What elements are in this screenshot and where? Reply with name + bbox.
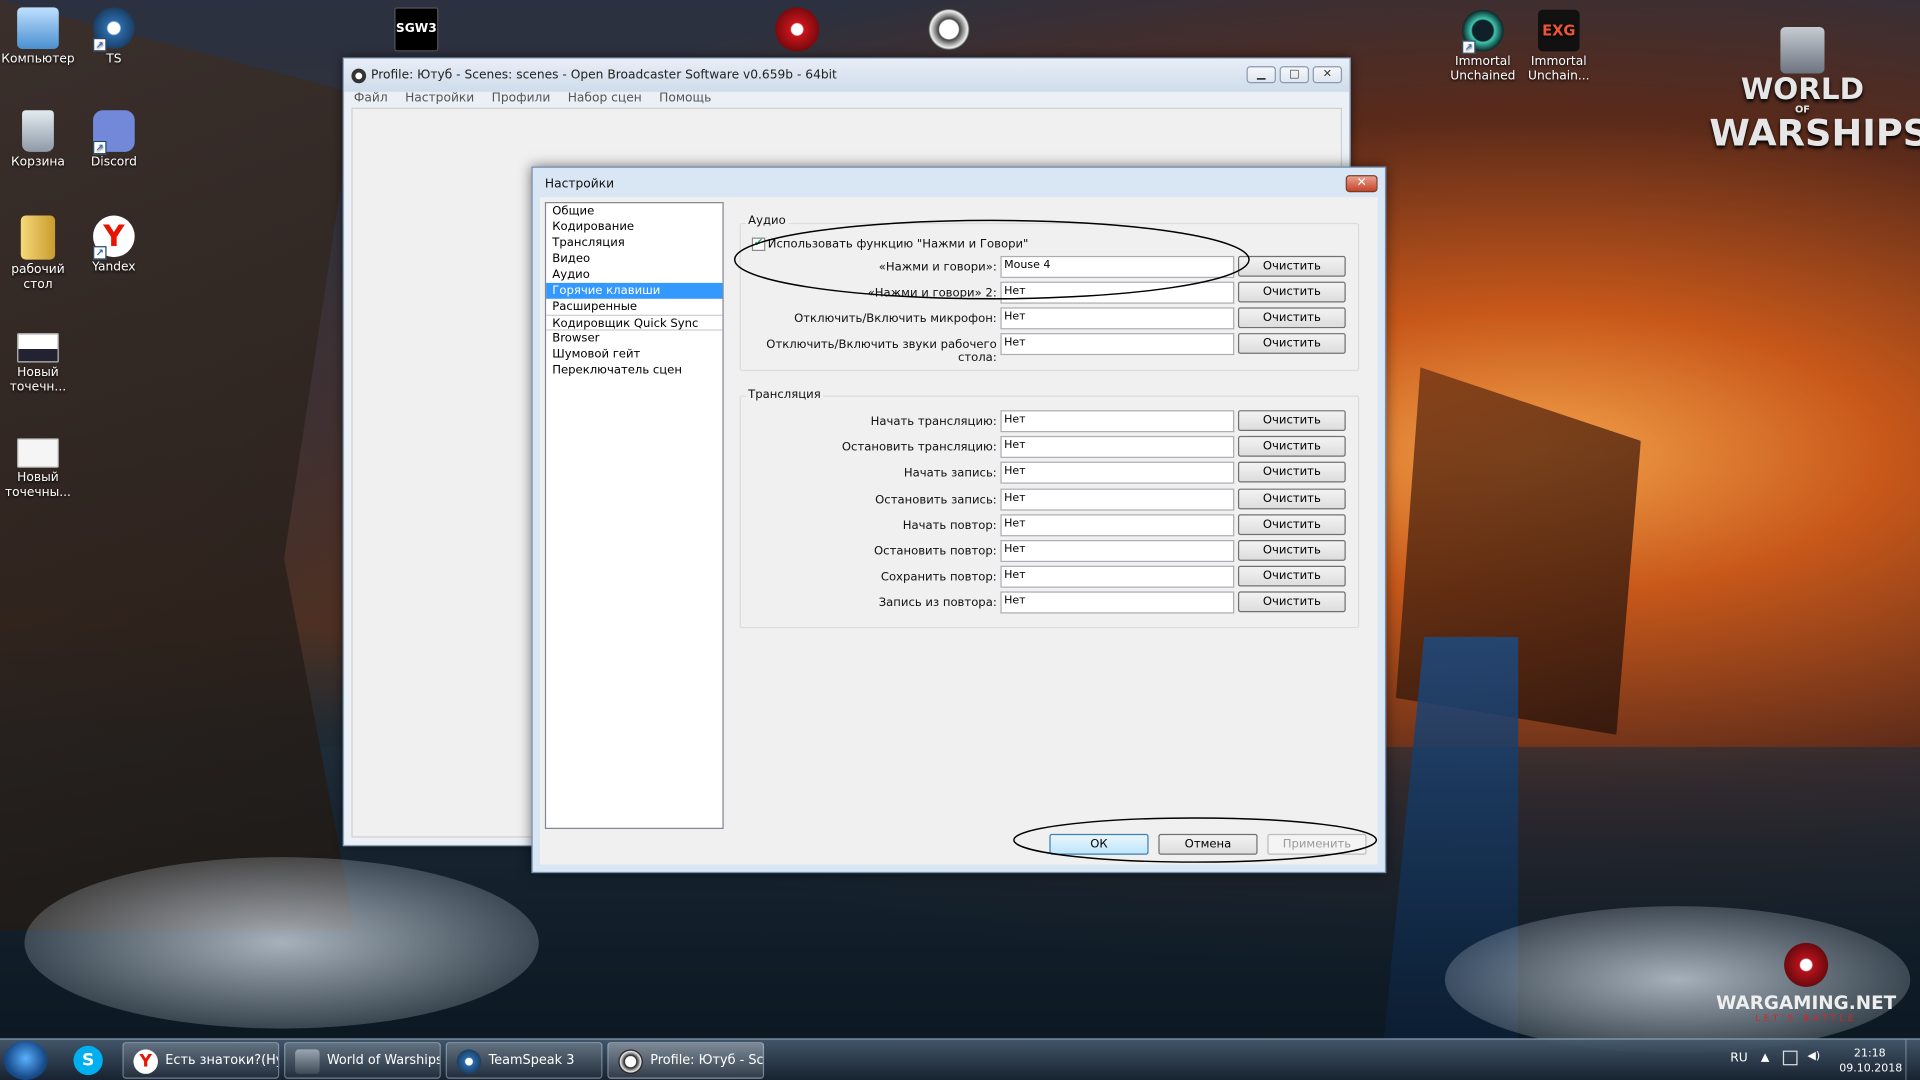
taskbar-item-teamspeak[interactable]: TeamSpeak 3 <box>445 1042 603 1079</box>
taskbar: S Y Есть знатоки?(Ну... World of Warship… <box>0 1038 1920 1080</box>
volume-icon[interactable]: ◀) <box>1807 1051 1820 1063</box>
yandex-browser-icon: Y <box>133 1049 158 1074</box>
show-hidden-icons-icon[interactable]: ▲ <box>1761 1052 1769 1064</box>
clock-time: 21:18 <box>1853 1048 1886 1061</box>
taskbar-item-obs[interactable]: Profile: Ютуб - Sc... <box>607 1042 765 1079</box>
language-indicator[interactable]: RU <box>1730 1052 1747 1065</box>
annotation-overlay <box>733 219 1378 863</box>
clock-date: 09.10.2018 <box>1839 1062 1903 1076</box>
taskbar-item-world-of-warships[interactable]: World of Warships <box>284 1042 441 1079</box>
teamspeak-icon <box>456 1049 482 1074</box>
annotation-circle-push-to-talk <box>733 219 1250 300</box>
skype-icon[interactable]: S <box>73 1045 103 1076</box>
start-button[interactable] <box>3 1040 48 1080</box>
clock[interactable]: 21:18 09.10.2018 <box>1839 1047 1903 1076</box>
desktop: Компьютер ↗ TS Корзина ↗ Discord рабочий… <box>0 0 1920 1080</box>
obs-icon <box>618 1049 643 1074</box>
taskbar-item-yandex[interactable]: Y Есть знатоки?(Ну... <box>122 1042 280 1079</box>
show-desktop-button[interactable] <box>1905 1039 1920 1080</box>
annotation-circle-dialog-buttons <box>1013 817 1378 863</box>
network-icon[interactable] <box>1782 1050 1798 1066</box>
world-of-warships-icon <box>295 1049 320 1074</box>
